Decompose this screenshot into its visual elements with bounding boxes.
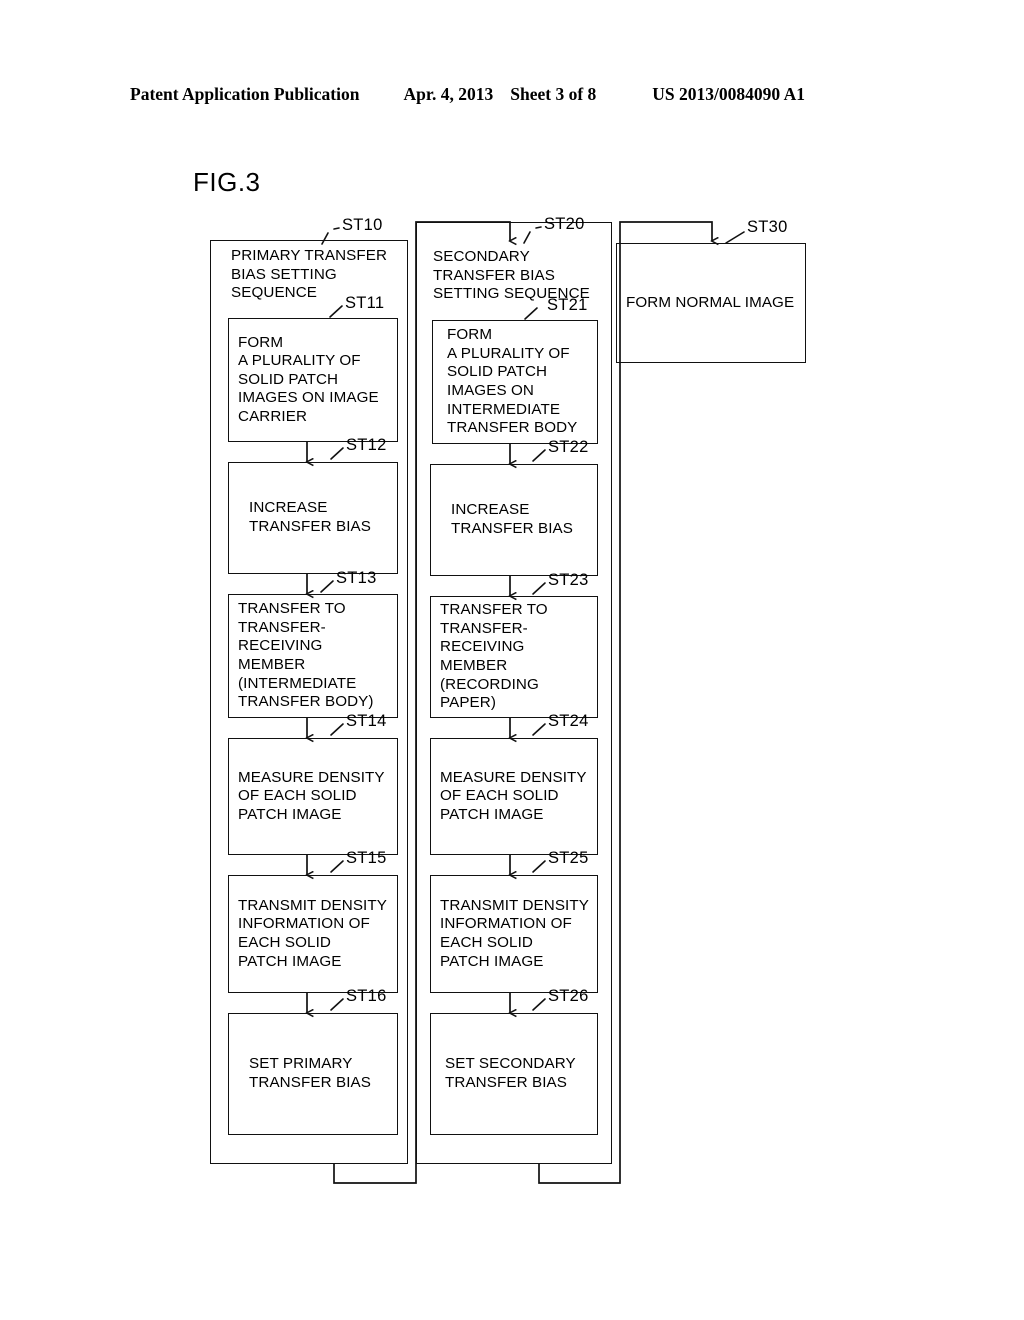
step-tag-st30: ST30	[747, 218, 788, 236]
step-tag-st26: ST26	[548, 987, 589, 1005]
step-tag-st20: ST20	[544, 215, 585, 233]
step-tag-st10: ST10	[342, 216, 383, 234]
step-tag-st24: ST24	[548, 712, 589, 730]
step-text-st12: INCREASE TRANSFER BIAS	[249, 499, 371, 535]
step-text-st23: TRANSFER TO TRANSFER- RECEIVING MEMBER (…	[440, 601, 548, 712]
step-box-st23[interactable]: TRANSFER TO TRANSFER- RECEIVING MEMBER (…	[430, 596, 598, 718]
step-tag-st25: ST25	[548, 849, 589, 867]
step-text-st15: TRANSMIT DENSITY INFORMATION OF EACH SOL…	[238, 896, 387, 970]
step-box-st22[interactable]: INCREASE TRANSFER BIAS	[430, 464, 598, 576]
step-text-st21: FORM A PLURALITY OF SOLID PATCH IMAGES O…	[447, 326, 578, 437]
step-box-st26[interactable]: SET SECONDARY TRANSFER BIAS	[430, 1013, 598, 1135]
step-box-st13[interactable]: TRANSFER TO TRANSFER- RECEIVING MEMBER (…	[228, 594, 398, 718]
leader-st10-b	[333, 227, 340, 230]
step-box-st24[interactable]: MEASURE DENSITY OF EACH SOLID PATCH IMAG…	[430, 738, 598, 855]
step-tag-st15: ST15	[346, 849, 387, 867]
step-tag-st11: ST11	[345, 294, 385, 312]
step-tag-st14: ST14	[346, 712, 387, 730]
step-text-st26: SET SECONDARY TRANSFER BIAS	[445, 1055, 576, 1091]
step-box-st21[interactable]: FORM A PLURALITY OF SOLID PATCH IMAGES O…	[432, 320, 598, 444]
step-box-st16[interactable]: SET PRIMARY TRANSFER BIAS	[228, 1013, 398, 1135]
step-tag-st21: ST21	[547, 296, 588, 314]
step-tag-st12: ST12	[346, 436, 387, 454]
step-box-st15[interactable]: TRANSMIT DENSITY INFORMATION OF EACH SOL…	[228, 875, 398, 993]
step-text-st13: TRANSFER TO TRANSFER- RECEIVING MEMBER (…	[238, 600, 374, 711]
step-text-st22: INCREASE TRANSFER BIAS	[451, 501, 573, 537]
step-tag-st23: ST23	[548, 571, 589, 589]
step-text-st24: MEASURE DENSITY OF EACH SOLID PATCH IMAG…	[440, 768, 587, 823]
step-tag-st16: ST16	[346, 987, 387, 1005]
step-box-st12[interactable]: INCREASE TRANSFER BIAS	[228, 462, 398, 574]
step-box-st30[interactable]: FORM NORMAL IMAGE	[616, 243, 806, 363]
step-tag-st22: ST22	[548, 438, 589, 456]
step-box-st25[interactable]: TRANSMIT DENSITY INFORMATION OF EACH SOL…	[430, 875, 598, 993]
step-box-st14[interactable]: MEASURE DENSITY OF EACH SOLID PATCH IMAG…	[228, 738, 398, 855]
step-text-st16: SET PRIMARY TRANSFER BIAS	[249, 1055, 371, 1091]
step-box-st11[interactable]: FORM A PLURALITY OF SOLID PATCH IMAGES O…	[228, 318, 398, 442]
leader-st30	[725, 231, 745, 244]
step-text-st11: FORM A PLURALITY OF SOLID PATCH IMAGES O…	[238, 333, 379, 425]
step-text-st25: TRANSMIT DENSITY INFORMATION OF EACH SOL…	[440, 896, 589, 970]
step-tag-st13: ST13	[336, 569, 377, 587]
step-text-st20: SECONDARY TRANSFER BIAS SETTING SEQUENCE	[433, 248, 590, 303]
step-text-st14: MEASURE DENSITY OF EACH SOLID PATCH IMAG…	[238, 768, 385, 823]
step-text-st30: FORM NORMAL IMAGE	[626, 293, 795, 311]
